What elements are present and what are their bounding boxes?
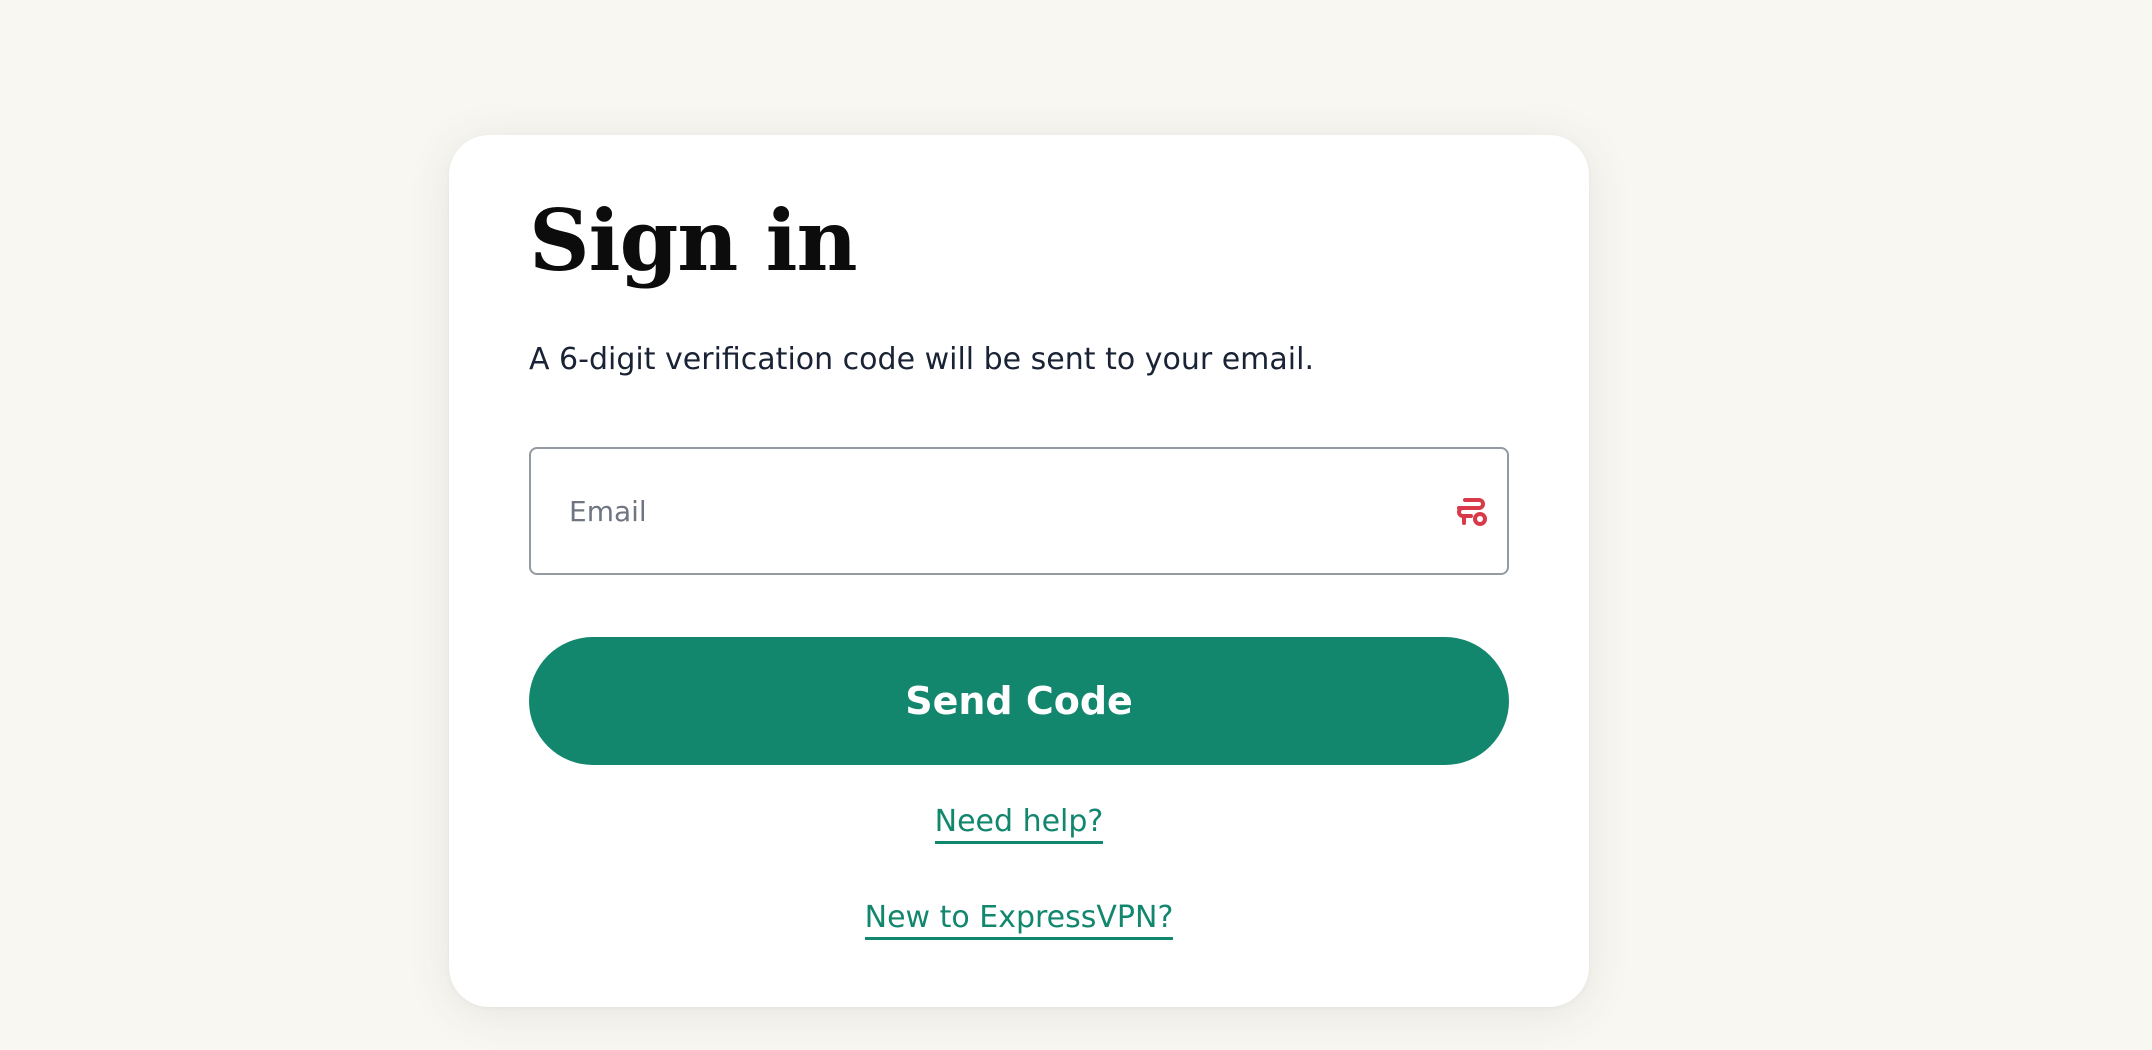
need-help-link[interactable]: Need help? xyxy=(934,804,1104,844)
signin-card: Sign in A 6-digit verification code will… xyxy=(449,135,1589,1007)
need-help-row: Need help? xyxy=(449,802,1589,844)
instruction-text: A 6-digit verification code will be sent… xyxy=(529,342,1314,377)
send-code-button[interactable]: Send Code xyxy=(529,637,1509,765)
email-field[interactable] xyxy=(529,447,1509,575)
new-to-expressvpn-link[interactable]: New to ExpressVPN? xyxy=(864,900,1174,940)
password-manager-key-icon[interactable] xyxy=(1455,497,1489,527)
new-user-row: New to ExpressVPN? xyxy=(449,898,1589,940)
email-input[interactable] xyxy=(531,449,1507,573)
page-title: Sign in xyxy=(529,191,858,290)
